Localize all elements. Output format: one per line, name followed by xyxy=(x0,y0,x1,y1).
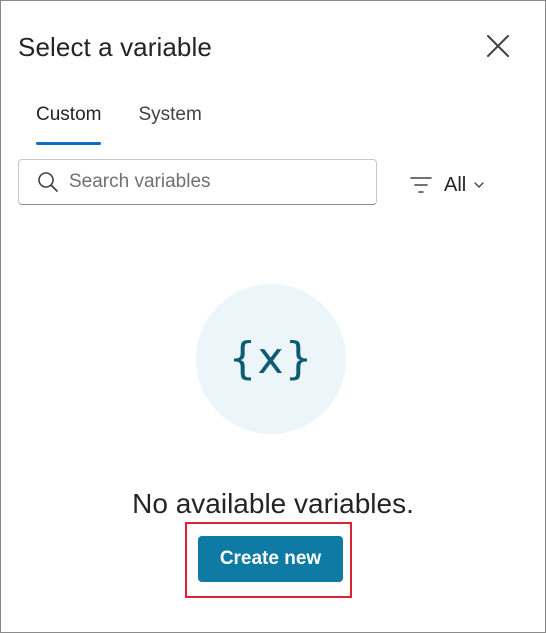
search-icon xyxy=(37,171,59,193)
create-new-button[interactable]: Create new xyxy=(198,536,343,582)
tab-custom[interactable]: Custom xyxy=(36,101,102,147)
filter-label: All xyxy=(444,173,467,196)
close-button[interactable] xyxy=(481,29,515,63)
tab-list: Custom System xyxy=(36,101,239,147)
search-box xyxy=(18,159,377,205)
filter-icon xyxy=(410,177,432,193)
variable-glyph: {x} xyxy=(228,332,314,384)
tab-system[interactable]: System xyxy=(138,101,201,147)
select-variable-dialog: Select a variable Custom System All {x} … xyxy=(0,0,546,633)
filter-dropdown[interactable]: All xyxy=(410,171,485,199)
chevron-down-icon xyxy=(474,182,484,188)
empty-state-message: No available variables. xyxy=(132,488,414,519)
close-icon xyxy=(487,35,509,57)
dialog-title: Select a variable xyxy=(18,32,212,62)
variable-icon: {x} xyxy=(196,284,346,434)
search-input[interactable] xyxy=(69,171,349,193)
